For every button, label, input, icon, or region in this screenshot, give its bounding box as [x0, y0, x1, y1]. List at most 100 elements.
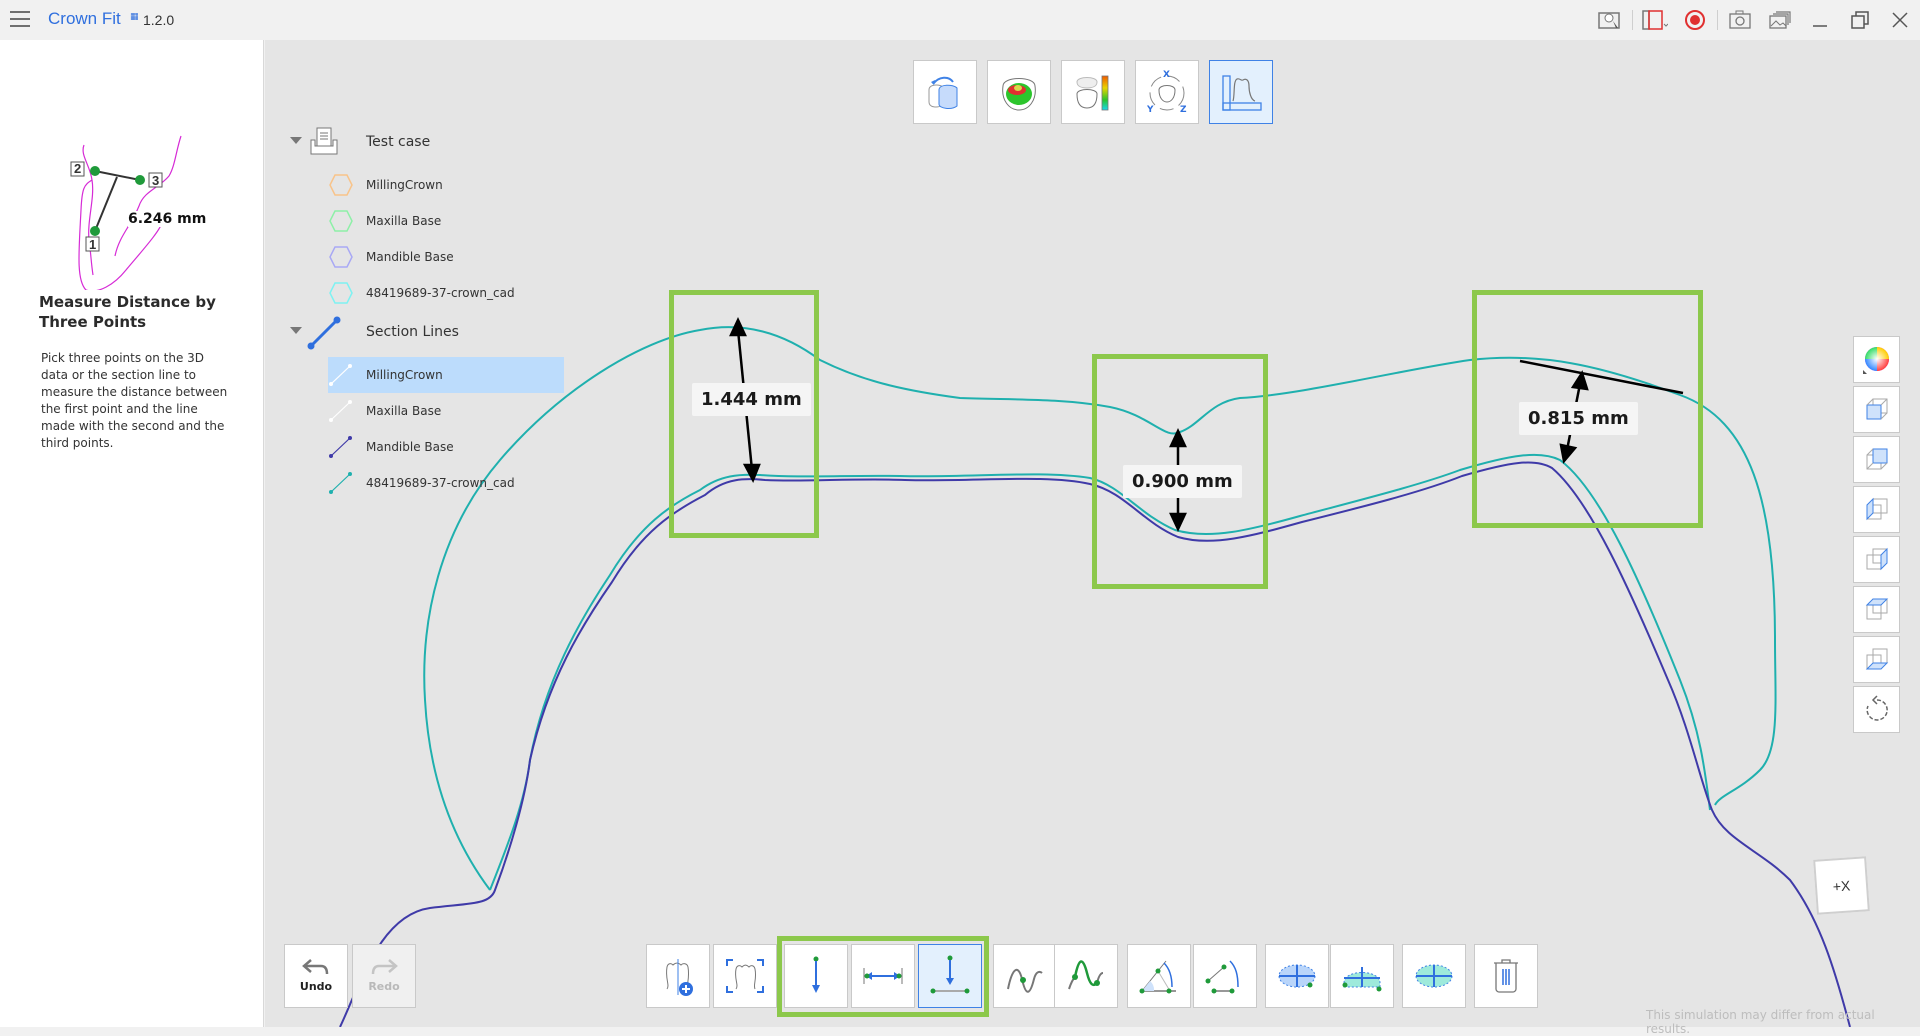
tree-item-label: 48419689-37-crown_cad	[366, 476, 515, 490]
delete-button[interactable]	[1474, 944, 1538, 1008]
point-distance-button[interactable]	[784, 944, 848, 1008]
undo-icon	[302, 959, 329, 975]
tree-item-milling-crown[interactable]: MillingCrown	[328, 167, 564, 203]
tree-item-section-milling-crown[interactable]: MillingCrown	[328, 357, 564, 393]
menu-icon[interactable]	[10, 11, 30, 27]
restore-icon[interactable]	[1840, 0, 1880, 40]
tree-item-section-maxilla-base[interactable]: Maxilla Base	[328, 393, 564, 429]
hexagon-icon	[329, 282, 353, 304]
view-bottom-button[interactable]	[1853, 636, 1900, 683]
tree-group-section-lines[interactable]: Section Lines	[290, 315, 570, 351]
redo-label: Redo	[368, 980, 400, 993]
section-line-purple-icon	[329, 436, 352, 458]
hexagon-icon	[329, 174, 353, 196]
curve-length-icon	[1068, 960, 1104, 990]
caret-down-icon[interactable]	[290, 137, 302, 144]
app-logo-icon: ▦	[130, 11, 139, 21]
horizontal-distance-icon	[863, 968, 903, 984]
axis-orientation-widget[interactable]: +X	[1813, 856, 1870, 915]
minimize-icon[interactable]	[1800, 0, 1840, 40]
tips-icon[interactable]	[1590, 0, 1630, 40]
occlusion-map-button[interactable]	[987, 60, 1051, 124]
tree-item-label: Mandible Base	[366, 250, 454, 264]
section-measure-button[interactable]	[1209, 60, 1273, 124]
point-2-marker	[90, 166, 100, 176]
measurement-label-2[interactable]: 0.900 mm	[1123, 465, 1242, 498]
separator	[1717, 10, 1718, 30]
app-version: 1.2.0	[143, 12, 175, 28]
point-distance-icon	[812, 956, 820, 993]
angle-button[interactable]	[1127, 944, 1191, 1008]
tree-item-label: MillingCrown	[366, 178, 443, 192]
tree-item-mandible-base[interactable]: Mandible Base	[328, 239, 564, 275]
ellipse-area-icon	[1415, 964, 1453, 988]
section-measure-icon	[1222, 75, 1262, 111]
section-area-button[interactable]	[1330, 944, 1394, 1008]
tree-item-label: 48419689-37-crown_cad	[366, 286, 515, 300]
align-button[interactable]	[913, 60, 977, 124]
ellipse-area-button[interactable]	[1402, 944, 1466, 1008]
view-bottom-icon	[1865, 648, 1888, 669]
title-bar: Crown Fit ▦ 1.2.0	[0, 0, 1920, 40]
undo-button[interactable]: Undo	[284, 944, 348, 1008]
tree-item-section-crown-cad[interactable]: 48419689-37-crown_cad	[328, 465, 564, 501]
section-area-icon	[1342, 967, 1382, 992]
view-right-icon	[1866, 547, 1887, 570]
view-top-button[interactable]	[1853, 586, 1900, 633]
view-left-icon	[1866, 497, 1887, 520]
section-line-white-icon	[329, 364, 352, 386]
fit-section-icon	[726, 959, 764, 993]
curve-point-icon	[1007, 968, 1043, 993]
curve-point-button[interactable]	[993, 944, 1057, 1008]
undo-label: Undo	[299, 980, 333, 993]
three-point-distance-icon	[930, 955, 970, 994]
view-left-button[interactable]	[1853, 486, 1900, 533]
reset-view-icon	[1865, 694, 1888, 721]
angle-icon	[1139, 960, 1176, 994]
view-right-button[interactable]	[1853, 536, 1900, 583]
three-point-angle-button[interactable]	[1193, 944, 1257, 1008]
close-icon[interactable]	[1880, 0, 1920, 40]
hexagon-icon	[329, 246, 353, 268]
redo-button[interactable]: Redo	[352, 944, 416, 1008]
delete-icon	[1494, 959, 1518, 993]
disclaimer-text: This simulation may differ from actual r…	[1646, 1008, 1875, 1036]
measurement-label-1[interactable]: 1.444 mm	[692, 383, 811, 416]
measurement-preview	[70, 135, 182, 290]
tree-group-test-case[interactable]: Test case	[290, 125, 570, 161]
tree-item-label: Mandible Base	[366, 440, 454, 454]
tree-item-crown-cad[interactable]: 48419689-37-crown_cad	[328, 275, 564, 311]
screen-capture-area-icon[interactable]	[1635, 0, 1675, 40]
area-button[interactable]	[1265, 944, 1329, 1008]
camera-icon[interactable]	[1720, 0, 1760, 40]
gallery-icon[interactable]	[1760, 0, 1800, 40]
point-3-marker	[135, 175, 145, 185]
fit-section-button[interactable]	[713, 944, 777, 1008]
horizontal-distance-button[interactable]	[851, 944, 915, 1008]
top-toolbar: X Y Z	[913, 60, 1273, 124]
add-section-button[interactable]	[646, 944, 710, 1008]
left-panel: 2 3 1 6.246 mm	[0, 40, 264, 1027]
right-toolbar	[1853, 336, 1900, 733]
tree-item-section-mandible-base[interactable]: Mandible Base	[328, 429, 564, 465]
curve-length-button[interactable]	[1054, 944, 1118, 1008]
tool-title: Measure Distance by Three Points	[39, 293, 216, 331]
section-line-white-icon	[329, 400, 352, 422]
svg-text:Y: Y	[1146, 105, 1154, 115]
view-back-icon	[1866, 448, 1887, 469]
svg-text:Z: Z	[1180, 105, 1187, 115]
view-back-button[interactable]	[1853, 436, 1900, 483]
svg-text:X: X	[1163, 70, 1170, 80]
measurement-label-3[interactable]: 0.815 mm	[1519, 402, 1638, 435]
record-icon[interactable]	[1675, 0, 1715, 40]
color-map-button[interactable]	[1061, 60, 1125, 124]
section-line-icon	[307, 316, 341, 350]
caret-down-icon[interactable]	[290, 327, 302, 334]
reset-view-button[interactable]	[1853, 686, 1900, 733]
three-point-distance-button[interactable]	[918, 944, 982, 1008]
view-front-icon	[1866, 398, 1887, 419]
color-wheel-button[interactable]	[1853, 336, 1900, 383]
view-front-button[interactable]	[1853, 386, 1900, 433]
tree-item-maxilla-base[interactable]: Maxilla Base	[328, 203, 564, 239]
xyz-rotate-button[interactable]: X Y Z	[1135, 60, 1199, 124]
